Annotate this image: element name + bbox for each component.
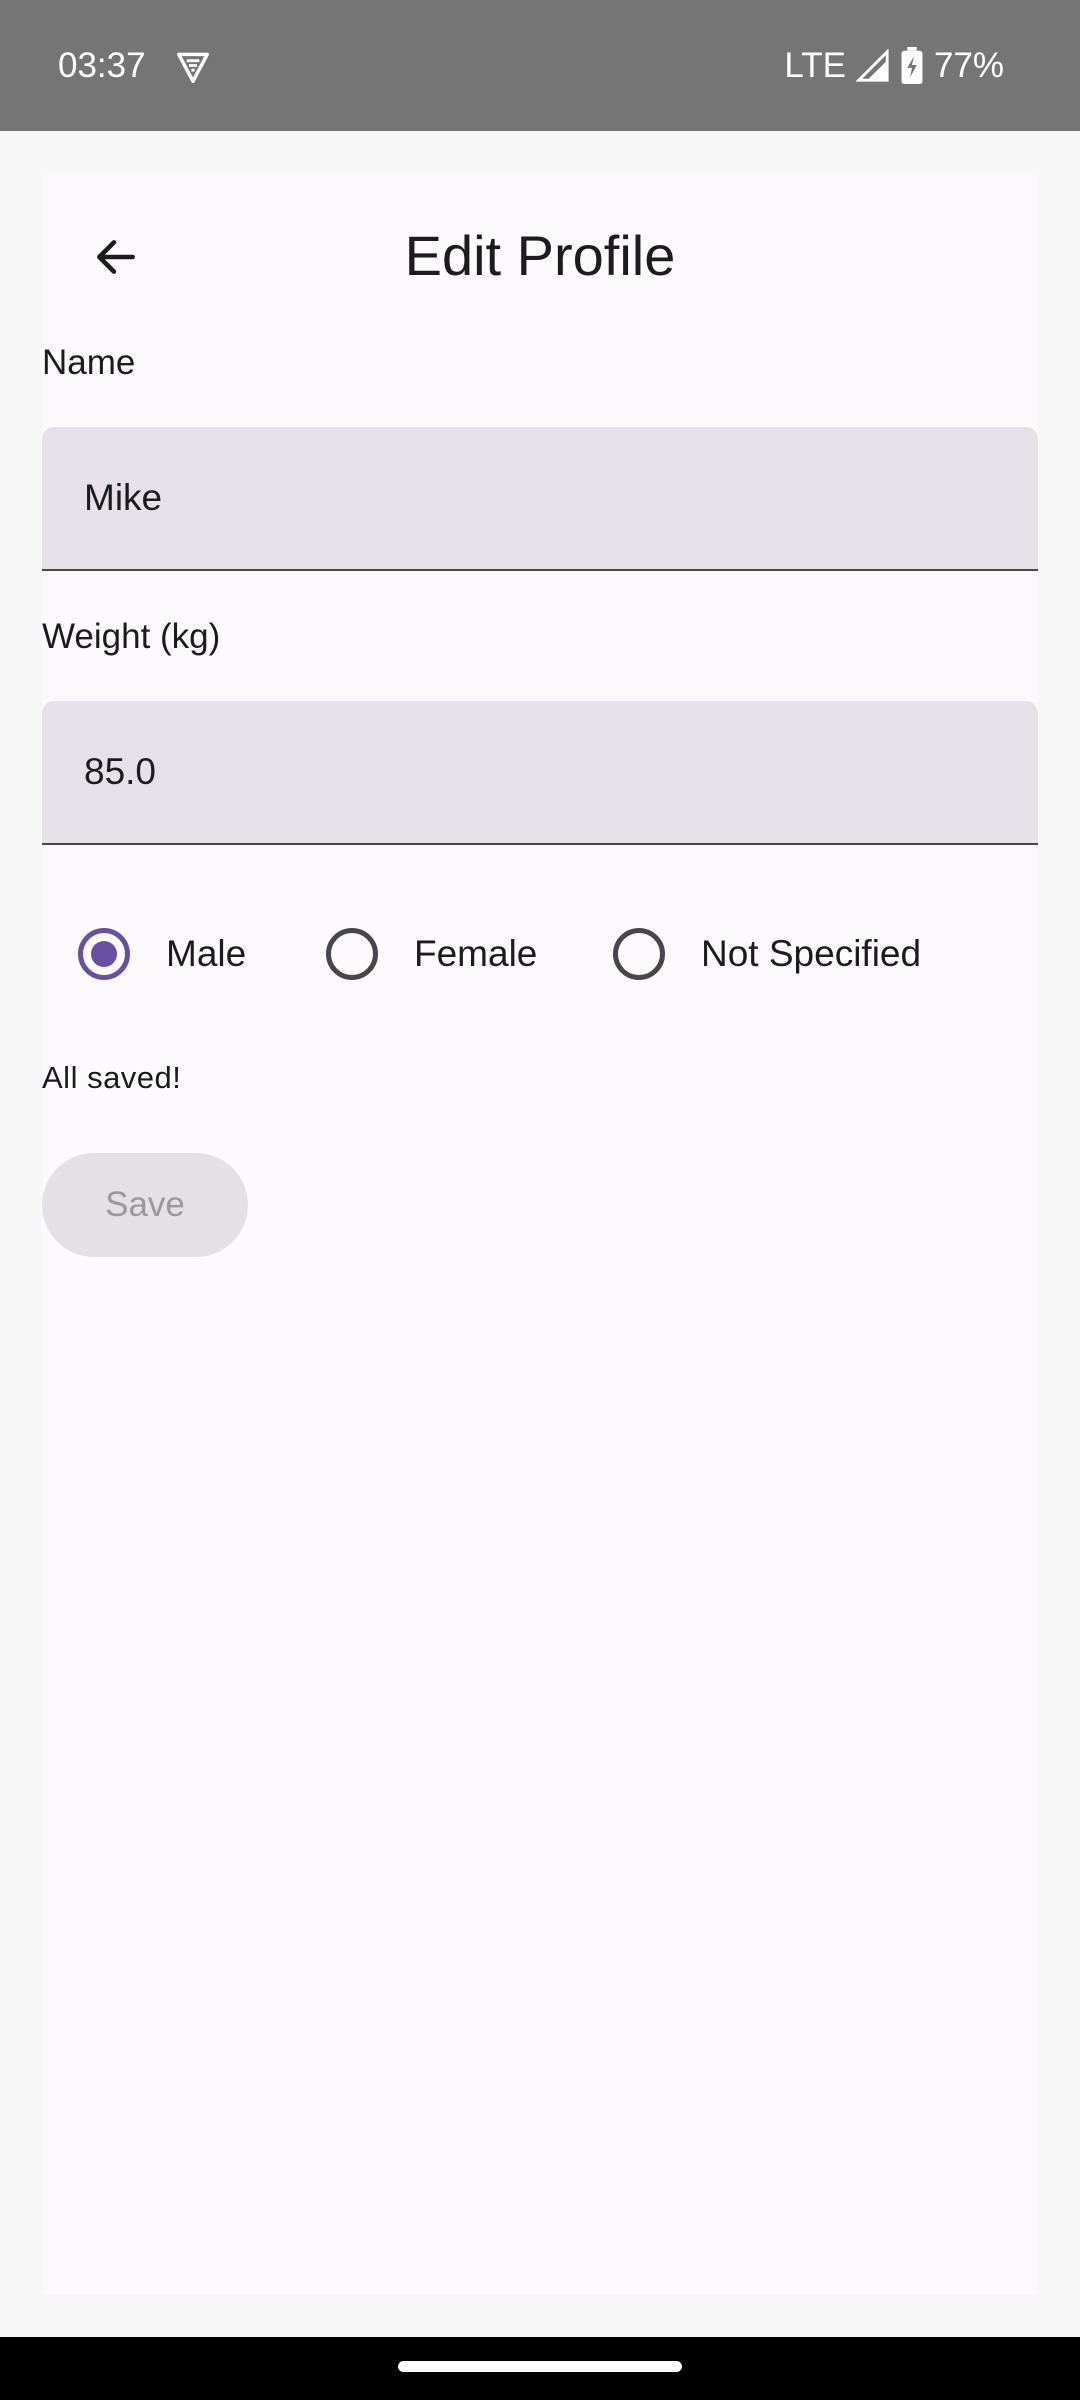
signal-icon — [855, 49, 889, 82]
weight-field[interactable] — [42, 701, 1038, 843]
radio-label-female: Female — [414, 933, 538, 974]
radio-option-male[interactable]: Male — [78, 906, 246, 1002]
status-bar: 03:37 LTE 77% — [0, 0, 1080, 131]
status-icons: LTE 77% — [784, 44, 1004, 88]
page-title: Edit Profile — [404, 224, 676, 287]
network-type: LTE — [784, 46, 846, 85]
battery-percent: 77% — [933, 46, 1004, 85]
radio-option-not-specified[interactable]: Not Specified — [613, 906, 921, 1002]
name-field[interactable] — [42, 427, 1038, 569]
radio-button-male[interactable] — [78, 928, 130, 980]
radio-button-not-specified[interactable] — [613, 928, 665, 980]
name-field-container — [42, 427, 1038, 571]
vpn-shield-icon — [177, 52, 209, 83]
radio-button-female[interactable] — [326, 928, 378, 980]
save-status-message: All saved! — [42, 1060, 182, 1095]
save-button[interactable]: Save — [42, 1153, 248, 1257]
battery-charging-icon — [901, 47, 923, 85]
weight-field-container — [42, 701, 1038, 845]
radio-option-female[interactable]: Female — [326, 906, 537, 1002]
radio-label-male: Male — [166, 933, 247, 974]
weight-label: Weight (kg) — [42, 617, 221, 656]
status-time: 03:37 — [58, 46, 146, 85]
radio-label-not-specified: Not Specified — [701, 933, 922, 974]
home-indicator[interactable] — [398, 2361, 682, 2372]
name-label: Name — [42, 343, 136, 382]
navigation-bar — [0, 2337, 1080, 2400]
